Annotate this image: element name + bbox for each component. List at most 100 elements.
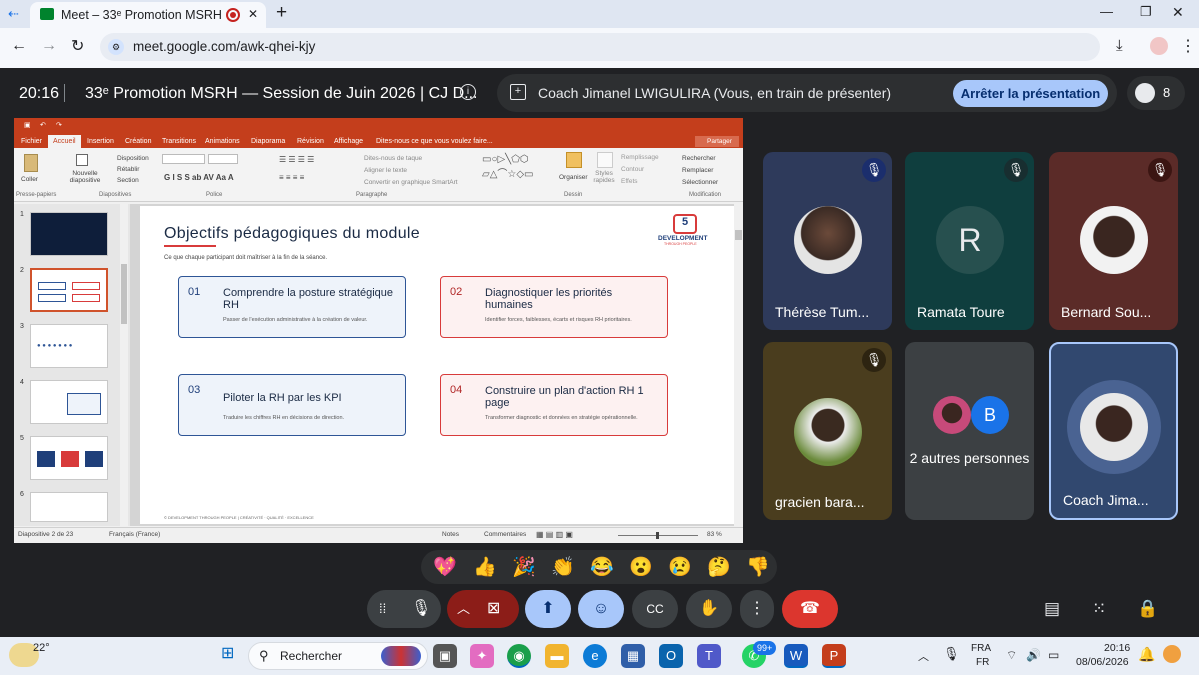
reaction-sad[interactable]: 😢 — [668, 555, 692, 579]
people-button[interactable]: 8 — [1127, 76, 1185, 110]
fill-button[interactable]: Remplissage — [621, 154, 659, 161]
reaction-thumbs-up[interactable]: 👍 — [473, 555, 497, 579]
menu-creation[interactable]: Création — [125, 138, 151, 145]
menu-affichage[interactable]: Affichage — [334, 138, 363, 145]
battery-icon[interactable]: ▭ — [1048, 648, 1059, 662]
participant-tile-4[interactable]: 🎙 gracien bara... — [763, 342, 892, 520]
address-bar[interactable]: ⚙ meet.google.com/awk-qhei-kjy — [100, 33, 1100, 61]
reload-icon[interactable]: ↻ — [71, 36, 84, 56]
more-options-button[interactable]: ⋮ — [740, 590, 774, 628]
status-language[interactable]: Français (France) — [109, 531, 160, 538]
menu-insertion[interactable]: Insertion — [87, 138, 114, 145]
emoji-button[interactable]: ☺ — [578, 590, 624, 628]
camera-group[interactable]: ︿ ⊠ — [447, 590, 519, 628]
new-slide-icon[interactable] — [76, 154, 88, 166]
chrome-icon[interactable]: ◉ — [507, 644, 531, 668]
zoom-slider[interactable] — [618, 532, 698, 539]
font-style-buttons[interactable]: G I S S ab AV Aa A — [164, 173, 234, 182]
slide-thumbnail-4[interactable] — [30, 380, 108, 424]
styles-icon[interactable] — [597, 152, 613, 168]
zoom-level[interactable]: 83 % — [707, 531, 722, 538]
tab-close-icon[interactable]: ✕ — [248, 7, 258, 21]
reaction-laugh[interactable]: 😂 — [590, 555, 614, 579]
stop-presenting-button[interactable]: Arrêter la présentation — [953, 80, 1108, 107]
reaction-surprised[interactable]: 😮 — [629, 555, 653, 579]
mic-group[interactable]: ⁞⁞ 🎙 — [367, 590, 441, 628]
wifi-icon[interactable]: ⌔ — [1006, 648, 1017, 663]
minimize-button[interactable]: — — [1100, 4, 1113, 19]
browser-tab[interactable]: Meet – 33ᵉ Promotion MSRH ✕ — [30, 2, 266, 28]
participant-tile-others[interactable]: B 2 autres personnes — [905, 342, 1034, 520]
menu-accueil-active[interactable]: Accueil — [48, 135, 81, 148]
clock-date[interactable]: 08/06/2026 — [1076, 656, 1129, 668]
font-size-field[interactable] — [208, 154, 238, 164]
menu-fichier[interactable]: Fichier — [21, 138, 42, 145]
input-lang-1[interactable]: FRA — [971, 643, 991, 654]
taskbar-search[interactable]: ⚲ Rechercher — [248, 642, 428, 670]
tell-me-box[interactable]: Dites-nous ce que vous voulez faire... — [376, 138, 493, 145]
captions-button[interactable]: CC — [632, 590, 678, 628]
back-icon[interactable]: ← — [11, 37, 27, 55]
host-controls-icon[interactable]: 🔒 — [1137, 599, 1158, 619]
start-icon[interactable]: ⊞ — [221, 645, 239, 663]
shapes-gallery[interactable]: ▭○▷╲⬠⬡ ▱△⌒☆◇▭ — [482, 154, 533, 180]
participant-tile-3[interactable]: 🎙 Bernard Sou... — [1049, 152, 1178, 330]
outlook-icon[interactable]: O — [659, 644, 683, 668]
tab-search-icon[interactable]: ⇠ — [8, 6, 19, 22]
leave-call-button[interactable]: ☎ — [782, 590, 838, 628]
comments-button[interactable]: Commentaires — [484, 531, 526, 538]
reaction-heart[interactable]: 💖 — [433, 555, 457, 579]
chat-icon[interactable]: ▤ — [1044, 599, 1060, 619]
layout-button[interactable]: Disposition — [117, 155, 149, 162]
participant-tile-self[interactable]: Coach Jima... — [1049, 342, 1178, 520]
tray-chevron-icon[interactable]: ︿ — [918, 648, 929, 664]
notes-button[interactable]: Notes — [442, 531, 459, 538]
menu-animations[interactable]: Animations — [205, 138, 240, 145]
menu-diaporama[interactable]: Diaporama — [251, 138, 285, 145]
reaction-thinking[interactable]: 🤔 — [707, 555, 731, 579]
task-view-icon[interactable]: ▣ — [433, 644, 457, 668]
tray-mic-icon[interactable]: 🎙 — [943, 646, 960, 662]
align-text-button[interactable]: Aligner le texte — [364, 167, 407, 174]
view-icons[interactable]: ▦ ▤ ▥ ▣ — [536, 530, 573, 539]
canvas-scrollbar[interactable] — [734, 204, 743, 526]
profile-avatar[interactable] — [1150, 37, 1168, 55]
align-icons[interactable]: ≡ ≡ ≡ ≡ — [279, 173, 304, 182]
bullets-icon[interactable]: ☰ ☰ ☰ ☰ — [279, 155, 314, 164]
close-window-button[interactable]: ✕ — [1172, 4, 1184, 21]
slide-thumbnail-5[interactable] — [30, 436, 108, 480]
volume-icon[interactable]: 🔊 — [1026, 648, 1041, 662]
raise-hand-button[interactable]: ✋ — [686, 590, 732, 628]
paste-icon[interactable] — [24, 154, 38, 172]
clock-time[interactable]: 20:16 — [1104, 642, 1130, 654]
present-screen-button[interactable]: ⬆ — [525, 590, 571, 628]
current-slide[interactable]: Objectifs pédagogiques du module Ce que … — [140, 206, 734, 524]
participant-tile-1[interactable]: 🎙 Thérèse Tum... — [763, 152, 892, 330]
activities-icon[interactable]: ⁙ — [1092, 599, 1106, 619]
site-info-icon[interactable]: ⚙ — [108, 39, 124, 55]
reaction-clap[interactable]: 👏 — [551, 555, 575, 579]
notifications-icon[interactable]: 🔔 — [1138, 646, 1155, 663]
slide-thumbnail-2-selected[interactable] — [30, 268, 108, 312]
select-button[interactable]: Sélectionner — [682, 179, 718, 186]
copilot-tray-icon[interactable] — [1163, 645, 1181, 663]
outline-button[interactable]: Contour — [621, 166, 644, 173]
file-explorer-icon[interactable]: ▬ — [545, 644, 569, 668]
slide-thumbnail-3[interactable]: ● ● ● ● ● ● ● — [30, 324, 108, 368]
slide-thumbnail-1[interactable] — [30, 212, 108, 256]
reset-button[interactable]: Rétablir — [117, 166, 139, 173]
restore-button[interactable]: ❐ — [1140, 4, 1152, 20]
section-button[interactable]: Section — [117, 177, 139, 184]
slide-thumbnail-6[interactable] — [30, 492, 108, 522]
menu-revision[interactable]: Révision — [297, 138, 324, 145]
input-lang-2[interactable]: FR — [976, 657, 989, 668]
store-icon[interactable]: ▦ — [621, 644, 645, 668]
meeting-info-icon[interactable]: i — [460, 84, 476, 100]
edge-icon[interactable]: e — [583, 644, 607, 668]
menu-transitions[interactable]: Transitions — [162, 138, 196, 145]
teams-icon[interactable]: T — [697, 644, 721, 668]
smartart-button[interactable]: Convertir en graphique SmartArt — [364, 179, 458, 186]
text-direction-button[interactable]: Dites-nous de taque — [364, 155, 422, 162]
reaction-party[interactable]: 🎉 — [512, 555, 536, 579]
replace-button[interactable]: Remplacer — [682, 167, 713, 174]
